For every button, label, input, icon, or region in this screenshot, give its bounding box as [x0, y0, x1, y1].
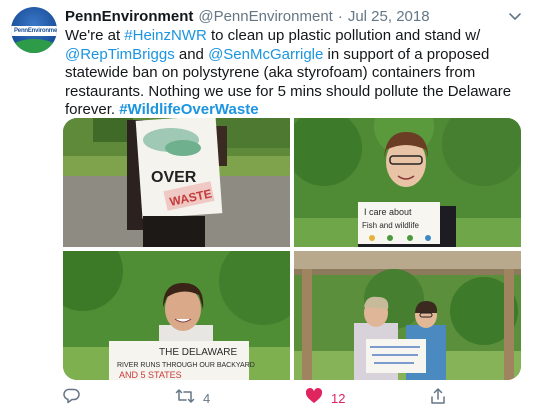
action-bar: 4 12: [63, 387, 463, 410]
sign-text-3a: THE DELAWARE: [159, 347, 237, 358]
tweet-text-segment: We're at: [65, 27, 125, 44]
share-button[interactable]: [429, 387, 455, 410]
like-button[interactable]: 12: [305, 387, 346, 410]
tweet-text-segment: to clean up plastic pollution and stand …: [206, 27, 481, 44]
tweet-text: We're at #HeinzNWR to clean up plastic p…: [65, 27, 523, 120]
reply-icon: [63, 387, 81, 410]
author-name[interactable]: PennEnvironment: [65, 8, 193, 25]
avatar-hill: [11, 39, 57, 53]
photo-2[interactable]: I care about Fish and wildlife: [294, 118, 521, 247]
hashtag-link[interactable]: #WildlifeOverWaste: [119, 101, 258, 118]
tweet-date[interactable]: Jul 25, 2018: [348, 8, 430, 25]
tweet-text-segment: and: [174, 45, 209, 63]
reply-button[interactable]: [63, 388, 89, 408]
tweet[interactable]: PennEnvironment PennEnvironment @PennEnv…: [0, 0, 534, 418]
heart-icon: [305, 387, 323, 410]
photo-1[interactable]: OVER WASTE: [63, 118, 290, 247]
sign-text-3c: AND 5 STATES: [119, 370, 182, 380]
caret-down-icon[interactable]: [507, 8, 523, 24]
tweet-header: PennEnvironment @PennEnvironment · Jul 2…: [65, 8, 430, 25]
sign-text-3b: RIVER RUNS THROUGH OUR BACKYARD: [117, 362, 255, 369]
avatar-logo-text: PennEnvironment: [14, 28, 57, 34]
sign-text-2a: I care about: [364, 207, 412, 217]
retweet-count: 4: [203, 390, 211, 406]
hashtag-link[interactable]: #HeinzNWR: [124, 27, 207, 44]
sign-text-2b: Fish and wildlife: [362, 221, 419, 230]
like-count: 12: [331, 390, 346, 406]
share-icon: [429, 387, 447, 410]
avatar[interactable]: PennEnvironment: [11, 7, 57, 53]
author-handle[interactable]: @PennEnvironment: [198, 8, 332, 25]
media-grid[interactable]: OVER WASTE I care about Fish and wildlif…: [63, 118, 521, 380]
retweet-icon: [175, 387, 195, 410]
photo-3[interactable]: THE DELAWARE RIVER RUNS THROUGH OUR BACK…: [63, 251, 290, 380]
mention-link[interactable]: @RepTimBriggs: [65, 46, 175, 63]
photo-4[interactable]: [294, 251, 521, 380]
sign-text-1a: OVER: [151, 169, 197, 186]
mention-link[interactable]: @SenMcGarrigle: [208, 46, 323, 63]
header-separator: ·: [337, 8, 343, 25]
retweet-button[interactable]: 4: [175, 388, 210, 408]
